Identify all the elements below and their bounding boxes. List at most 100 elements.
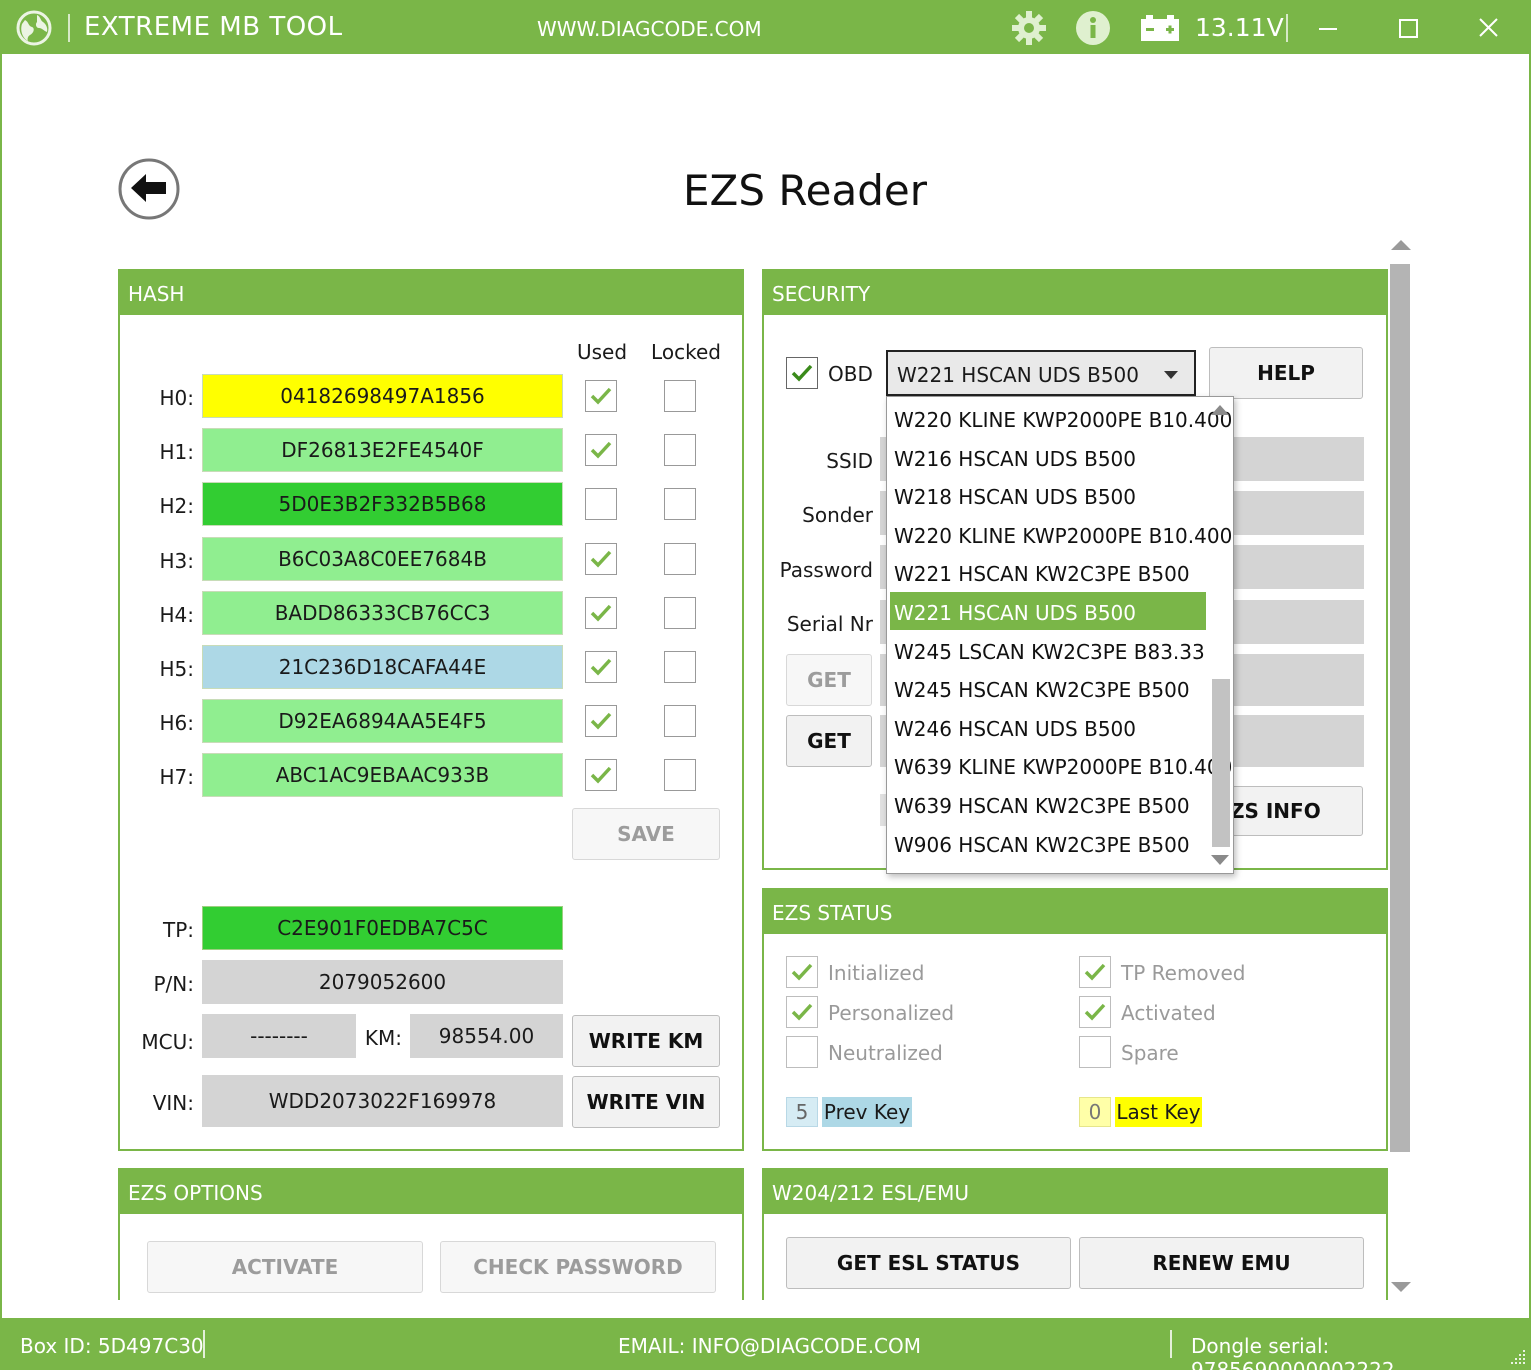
locked-column-header: Locked bbox=[651, 340, 721, 364]
renew-emu-button[interactable]: RENEW EMU bbox=[1079, 1237, 1364, 1289]
spare-label: Spare bbox=[1121, 1041, 1179, 1065]
website-link[interactable]: WWW.DIAGCODE.COM bbox=[537, 17, 762, 41]
window-border-left bbox=[0, 54, 2, 1318]
hash-field-h1[interactable]: DF26813E2FE4540F bbox=[202, 428, 563, 473]
dropdown-scroll-up-icon[interactable] bbox=[1211, 405, 1229, 415]
write-km-button[interactable]: WRITE KM bbox=[572, 1015, 720, 1067]
hash-used-checkbox-h4[interactable] bbox=[585, 596, 617, 629]
obd-checkbox[interactable] bbox=[786, 357, 818, 389]
resize-grip-icon[interactable] bbox=[1509, 1348, 1527, 1366]
checkmark-icon bbox=[590, 550, 612, 568]
obd-label: OBD bbox=[828, 362, 873, 386]
battery-icon bbox=[1141, 15, 1179, 41]
checkmark-icon bbox=[791, 1003, 813, 1021]
hash-used-checkbox-h6[interactable] bbox=[585, 705, 617, 738]
personalized-checkbox bbox=[786, 996, 818, 1028]
prev-key-label: Prev Key bbox=[822, 1097, 912, 1127]
hash-label-h4: H4: bbox=[159, 602, 194, 627]
hash-used-checkbox-h3[interactable] bbox=[585, 542, 617, 575]
tp-field[interactable]: C2E901F0EDBA7C5C bbox=[202, 906, 563, 950]
dropdown-option[interactable]: W220 KLINE KWP2000PE B10.400 bbox=[890, 399, 1232, 437]
dropdown-scroll-down-icon[interactable] bbox=[1211, 855, 1229, 865]
dropdown-option[interactable]: W218 HSCAN UDS B500 bbox=[890, 476, 1206, 514]
get-button-1[interactable]: GET bbox=[786, 654, 872, 706]
status-bar: Box ID: 5D497C30 EMAIL: INFO@DIAGCODE.CO… bbox=[0, 1318, 1531, 1370]
hash-used-checkbox-h2[interactable] bbox=[585, 488, 617, 521]
dropdown-option[interactable]: W216 HSCAN UDS B500 bbox=[890, 438, 1206, 476]
hash-field-h6[interactable]: D92EA6894AA5E4F5 bbox=[202, 699, 563, 744]
hash-field-h3[interactable]: B6C03A8C0EE7684B bbox=[202, 536, 563, 581]
info-icon[interactable] bbox=[1075, 10, 1111, 46]
km-field[interactable]: 98554.00 bbox=[410, 1014, 563, 1058]
ezs-status-panel-header: EZS STATUS bbox=[764, 890, 1386, 934]
checkmark-icon bbox=[590, 713, 612, 730]
dropdown-option[interactable]: W906 HSCAN KW2C3PE B500 bbox=[890, 824, 1206, 862]
hash-locked-checkbox-h5[interactable] bbox=[664, 651, 696, 683]
hash-locked-checkbox-h3[interactable] bbox=[664, 542, 696, 575]
help-button[interactable]: HELP bbox=[1209, 347, 1363, 399]
gear-icon[interactable] bbox=[1010, 9, 1048, 47]
title-separator bbox=[68, 14, 70, 42]
contact-email[interactable]: EMAIL: INFO@DIAGCODE.COM bbox=[618, 1334, 921, 1358]
hash-label-h7: H7: bbox=[159, 765, 194, 790]
pn-field[interactable]: 2079052600 bbox=[202, 960, 563, 1004]
hash-used-checkbox-h1[interactable] bbox=[585, 434, 617, 467]
checkmark-icon bbox=[791, 963, 813, 981]
activated-checkbox bbox=[1079, 996, 1111, 1028]
dropdown-option[interactable]: W245 HSCAN KW2C3PE B500 bbox=[890, 669, 1206, 707]
save-button[interactable]: SAVE bbox=[572, 808, 720, 860]
checkmark-icon bbox=[590, 387, 612, 405]
hash-locked-checkbox-h0[interactable] bbox=[664, 380, 696, 412]
dropdown-scroll-thumb[interactable] bbox=[1212, 679, 1230, 847]
hash-field-h0[interactable]: 04182698497A1856 bbox=[202, 374, 563, 418]
dropdown-option[interactable]: W246 HSCAN UDS B500 bbox=[890, 708, 1206, 746]
protocol-select[interactable]: W221 HSCAN UDS B500 bbox=[886, 350, 1196, 396]
hash-locked-checkbox-h4[interactable] bbox=[664, 596, 696, 629]
hash-field-h5[interactable]: 21C236D18CAFA44E bbox=[202, 645, 563, 689]
activated-label: Activated bbox=[1121, 1001, 1216, 1025]
mcu-field[interactable]: -------- bbox=[202, 1014, 356, 1058]
dropdown-option[interactable]: W221 HSCAN UDS B500 bbox=[890, 592, 1206, 630]
dropdown-option[interactable]: W245 LSCAN KW2C3PE B83.33 bbox=[890, 631, 1206, 669]
hash-locked-checkbox-h6[interactable] bbox=[664, 705, 696, 738]
scroll-up-arrow-icon[interactable] bbox=[1391, 240, 1411, 250]
hash-locked-checkbox-h1[interactable] bbox=[664, 434, 696, 467]
get-esl-status-button[interactable]: GET ESL STATUS bbox=[786, 1237, 1071, 1289]
personalized-label: Personalized bbox=[828, 1001, 955, 1025]
main-scrollbar[interactable] bbox=[1390, 240, 1412, 1300]
minimize-icon[interactable] bbox=[1310, 14, 1346, 44]
hash-used-checkbox-h0[interactable] bbox=[585, 380, 617, 412]
hash-locked-checkbox-h7[interactable] bbox=[664, 759, 696, 792]
write-vin-button[interactable]: WRITE VIN bbox=[572, 1076, 720, 1128]
check-password-button[interactable]: CHECK PASSWORD bbox=[440, 1241, 716, 1293]
dropdown-option[interactable]: W221 HSCAN KW2C3PE B500 bbox=[890, 553, 1206, 591]
hash-used-checkbox-h5[interactable] bbox=[585, 651, 617, 683]
checkmark-icon bbox=[1084, 963, 1106, 981]
dropdown-option[interactable]: W639 KLINE KWP2000PE B10.400 bbox=[890, 746, 1232, 784]
activate-button[interactable]: ACTIVATE bbox=[147, 1241, 423, 1293]
hash-label-h2: H2: bbox=[159, 494, 194, 519]
hash-used-checkbox-h7[interactable] bbox=[585, 759, 617, 792]
scroll-down-arrow-icon[interactable] bbox=[1391, 1282, 1411, 1292]
hash-locked-checkbox-h2[interactable] bbox=[664, 488, 696, 521]
dropdown-option[interactable]: W220 KLINE KWP2000PE B10.400 bbox=[890, 515, 1232, 553]
prev-key-value: 5 bbox=[786, 1097, 818, 1127]
hash-field-h7[interactable]: ABC1AC9EBAAC933B bbox=[202, 753, 563, 798]
maximize-icon[interactable] bbox=[1390, 12, 1426, 44]
protocol-dropdown-list[interactable]: W220 KLINE KWP2000PE B10.400 W216 HSCAN U… bbox=[886, 396, 1234, 874]
hash-label-h1: H1: bbox=[159, 440, 194, 465]
close-icon[interactable] bbox=[1470, 12, 1506, 44]
hash-field-h2[interactable]: 5D0E3B2F332B5B68 bbox=[202, 482, 563, 527]
vin-label: VIN: bbox=[152, 1091, 194, 1115]
battery-voltage: 13.11V bbox=[1195, 13, 1284, 42]
tp-removed-label: TP Removed bbox=[1121, 961, 1246, 985]
hash-field-h4[interactable]: BADD86333CB76CC3 bbox=[202, 590, 563, 635]
scroll-thumb[interactable] bbox=[1390, 264, 1410, 1152]
footer-separator-2 bbox=[1170, 1330, 1172, 1358]
vin-field[interactable]: WDD2073022F169978 bbox=[202, 1075, 563, 1127]
dropdown-scrollbar[interactable] bbox=[1209, 399, 1231, 871]
dropdown-option[interactable]: W639 HSCAN KW2C3PE B500 bbox=[890, 785, 1206, 823]
hash-label-h0: H0: bbox=[159, 386, 194, 410]
get-button-2[interactable]: GET bbox=[786, 715, 872, 767]
spare-checkbox bbox=[1079, 1036, 1111, 1068]
